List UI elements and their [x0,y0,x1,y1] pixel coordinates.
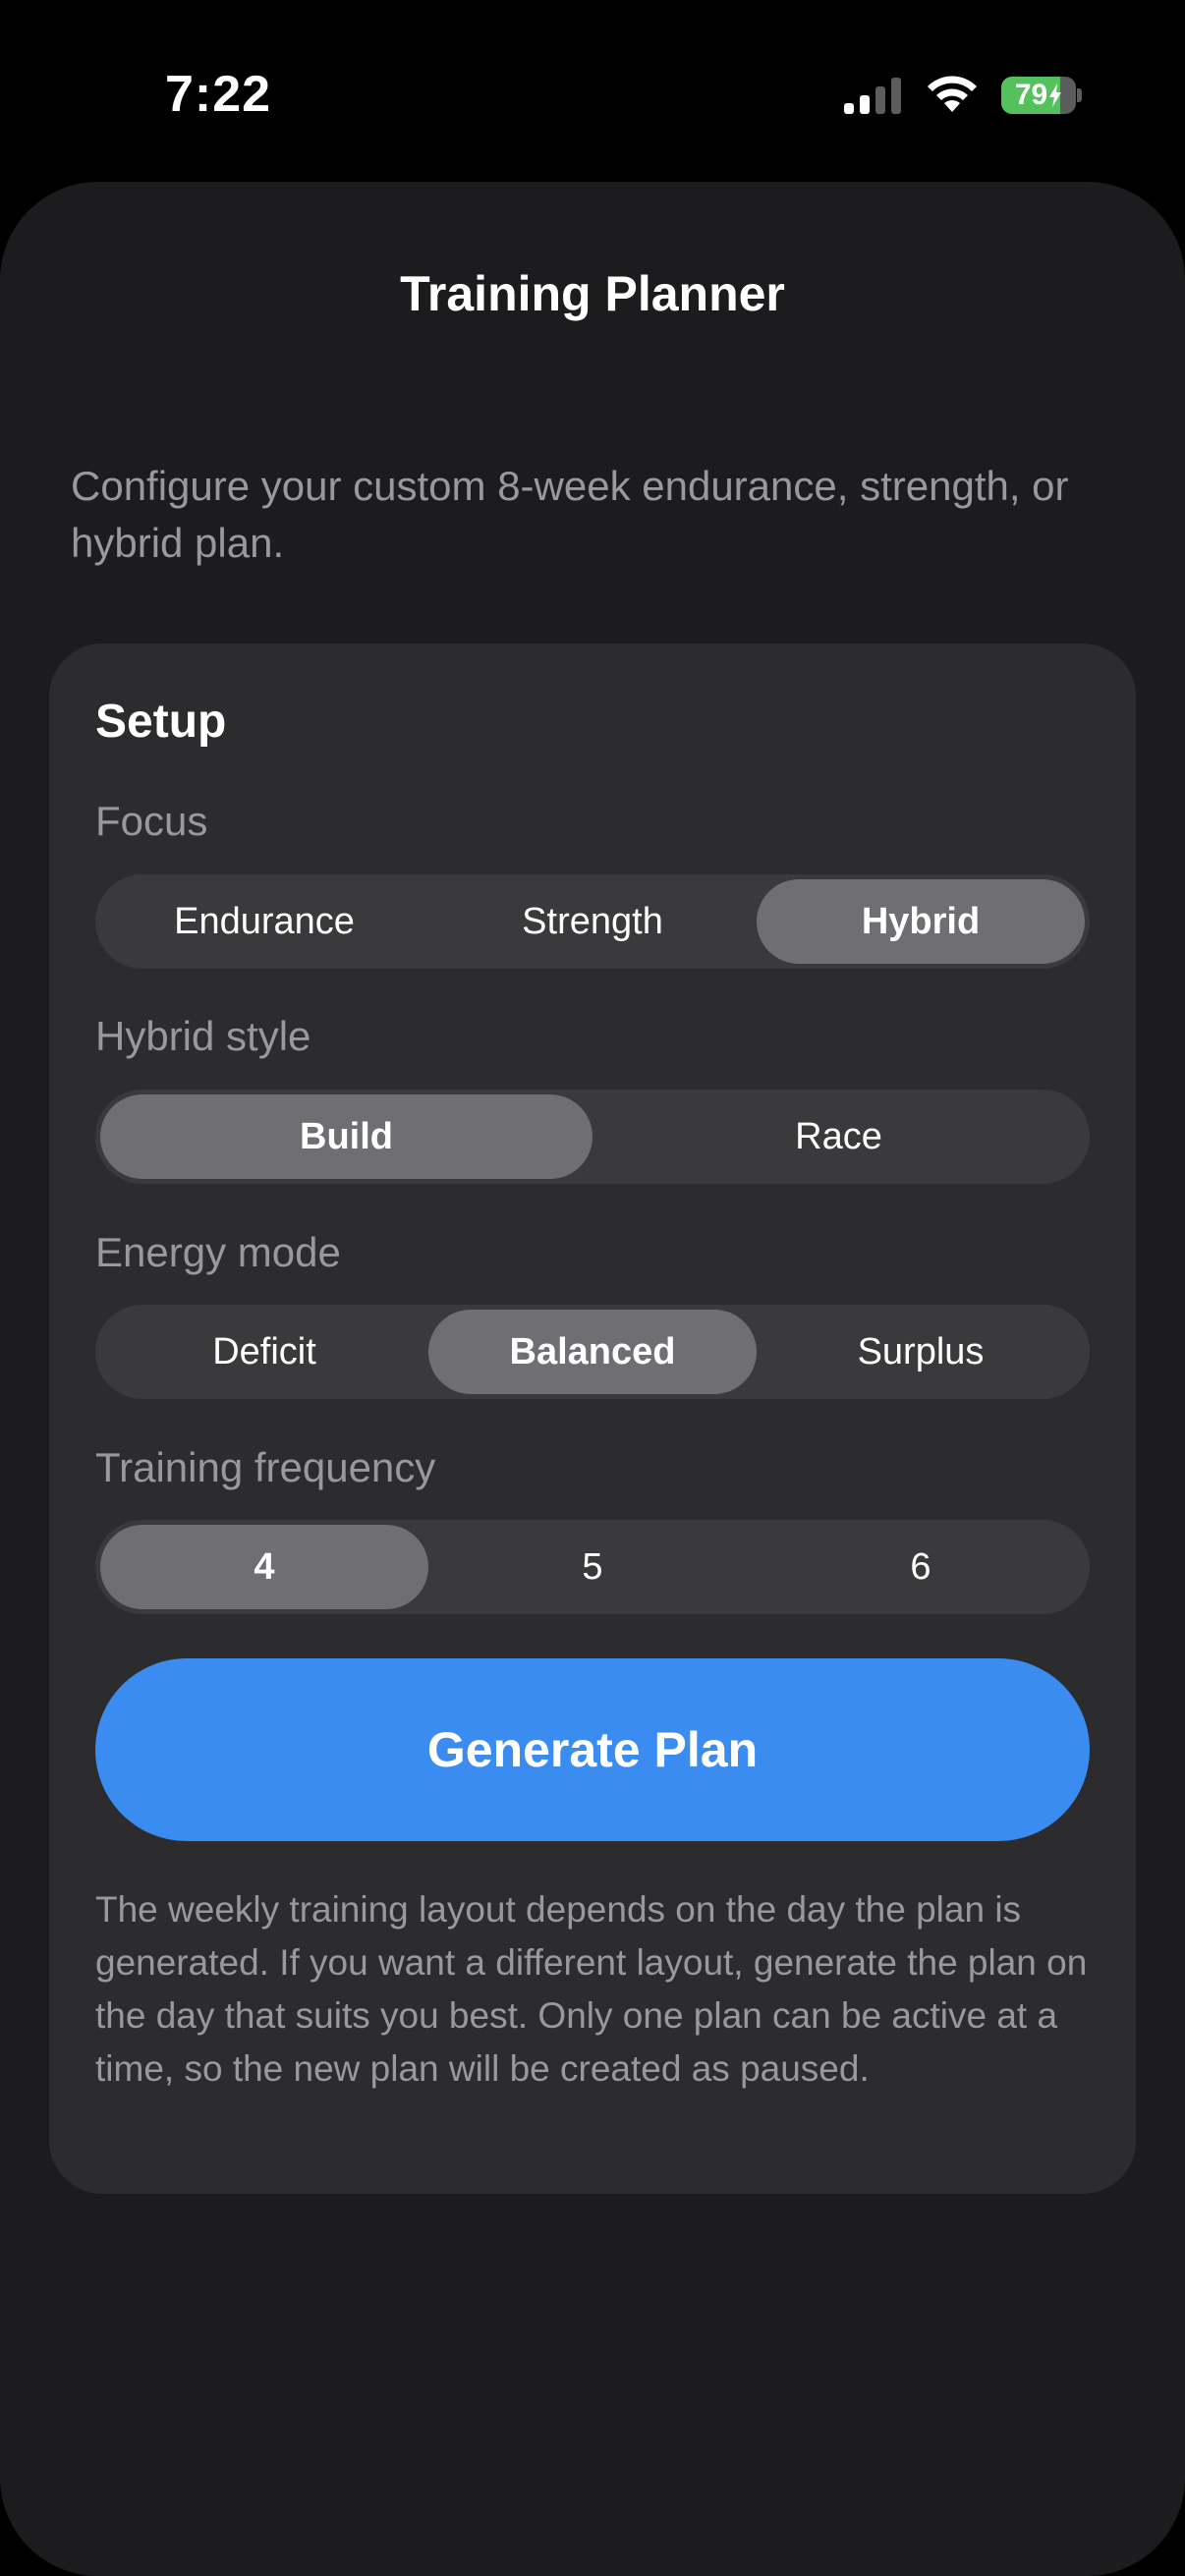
training-frequency-label: Training frequency [95,1444,436,1490]
status-bar: 7:22 79 [0,0,1185,182]
segment-frequency-5[interactable]: 5 [428,1525,757,1609]
focus-label: Focus [95,798,208,844]
segment-hybrid[interactable]: Hybrid [757,879,1085,964]
hybrid-style-label: Hybrid style [95,1013,311,1059]
setup-card: Setup Focus Endurance Strength Hybrid Hy… [49,644,1136,2194]
battery-icon: 79 [1001,77,1082,114]
status-icons: 79 [842,73,1082,118]
training-frequency-segmented-control: 4 5 6 [95,1520,1090,1614]
generate-plan-button[interactable]: Generate Plan [95,1658,1090,1841]
segment-frequency-4[interactable]: 4 [100,1525,428,1609]
energy-mode-label: Energy mode [95,1229,341,1275]
wifi-icon [928,76,977,112]
plan-note: The weekly training layout depends on th… [95,1889,1088,2089]
segment-build[interactable]: Build [100,1094,592,1179]
segment-surplus[interactable]: Surplus [757,1310,1085,1394]
battery-percent: 79 [1014,79,1048,111]
segment-frequency-6[interactable]: 6 [757,1525,1085,1609]
cellular-signal-icon [844,78,901,114]
segment-race[interactable]: Race [592,1094,1085,1179]
segment-deficit[interactable]: Deficit [100,1310,428,1394]
page-title: Training Planner [400,266,785,321]
focus-segmented-control: Endurance Strength Hybrid [95,874,1090,969]
segment-balanced[interactable]: Balanced [428,1310,757,1394]
hybrid-style-segmented-control: Build Race [95,1090,1090,1184]
segment-endurance[interactable]: Endurance [100,879,428,964]
intro-text: Configure your custom 8-week endurance, … [71,463,1069,566]
segment-strength[interactable]: Strength [428,879,757,964]
status-time: 7:22 [165,66,272,123]
setup-title: Setup [95,696,227,748]
charging-bolt-icon [1049,84,1062,107]
energy-mode-segmented-control: Deficit Balanced Surplus [95,1305,1090,1399]
